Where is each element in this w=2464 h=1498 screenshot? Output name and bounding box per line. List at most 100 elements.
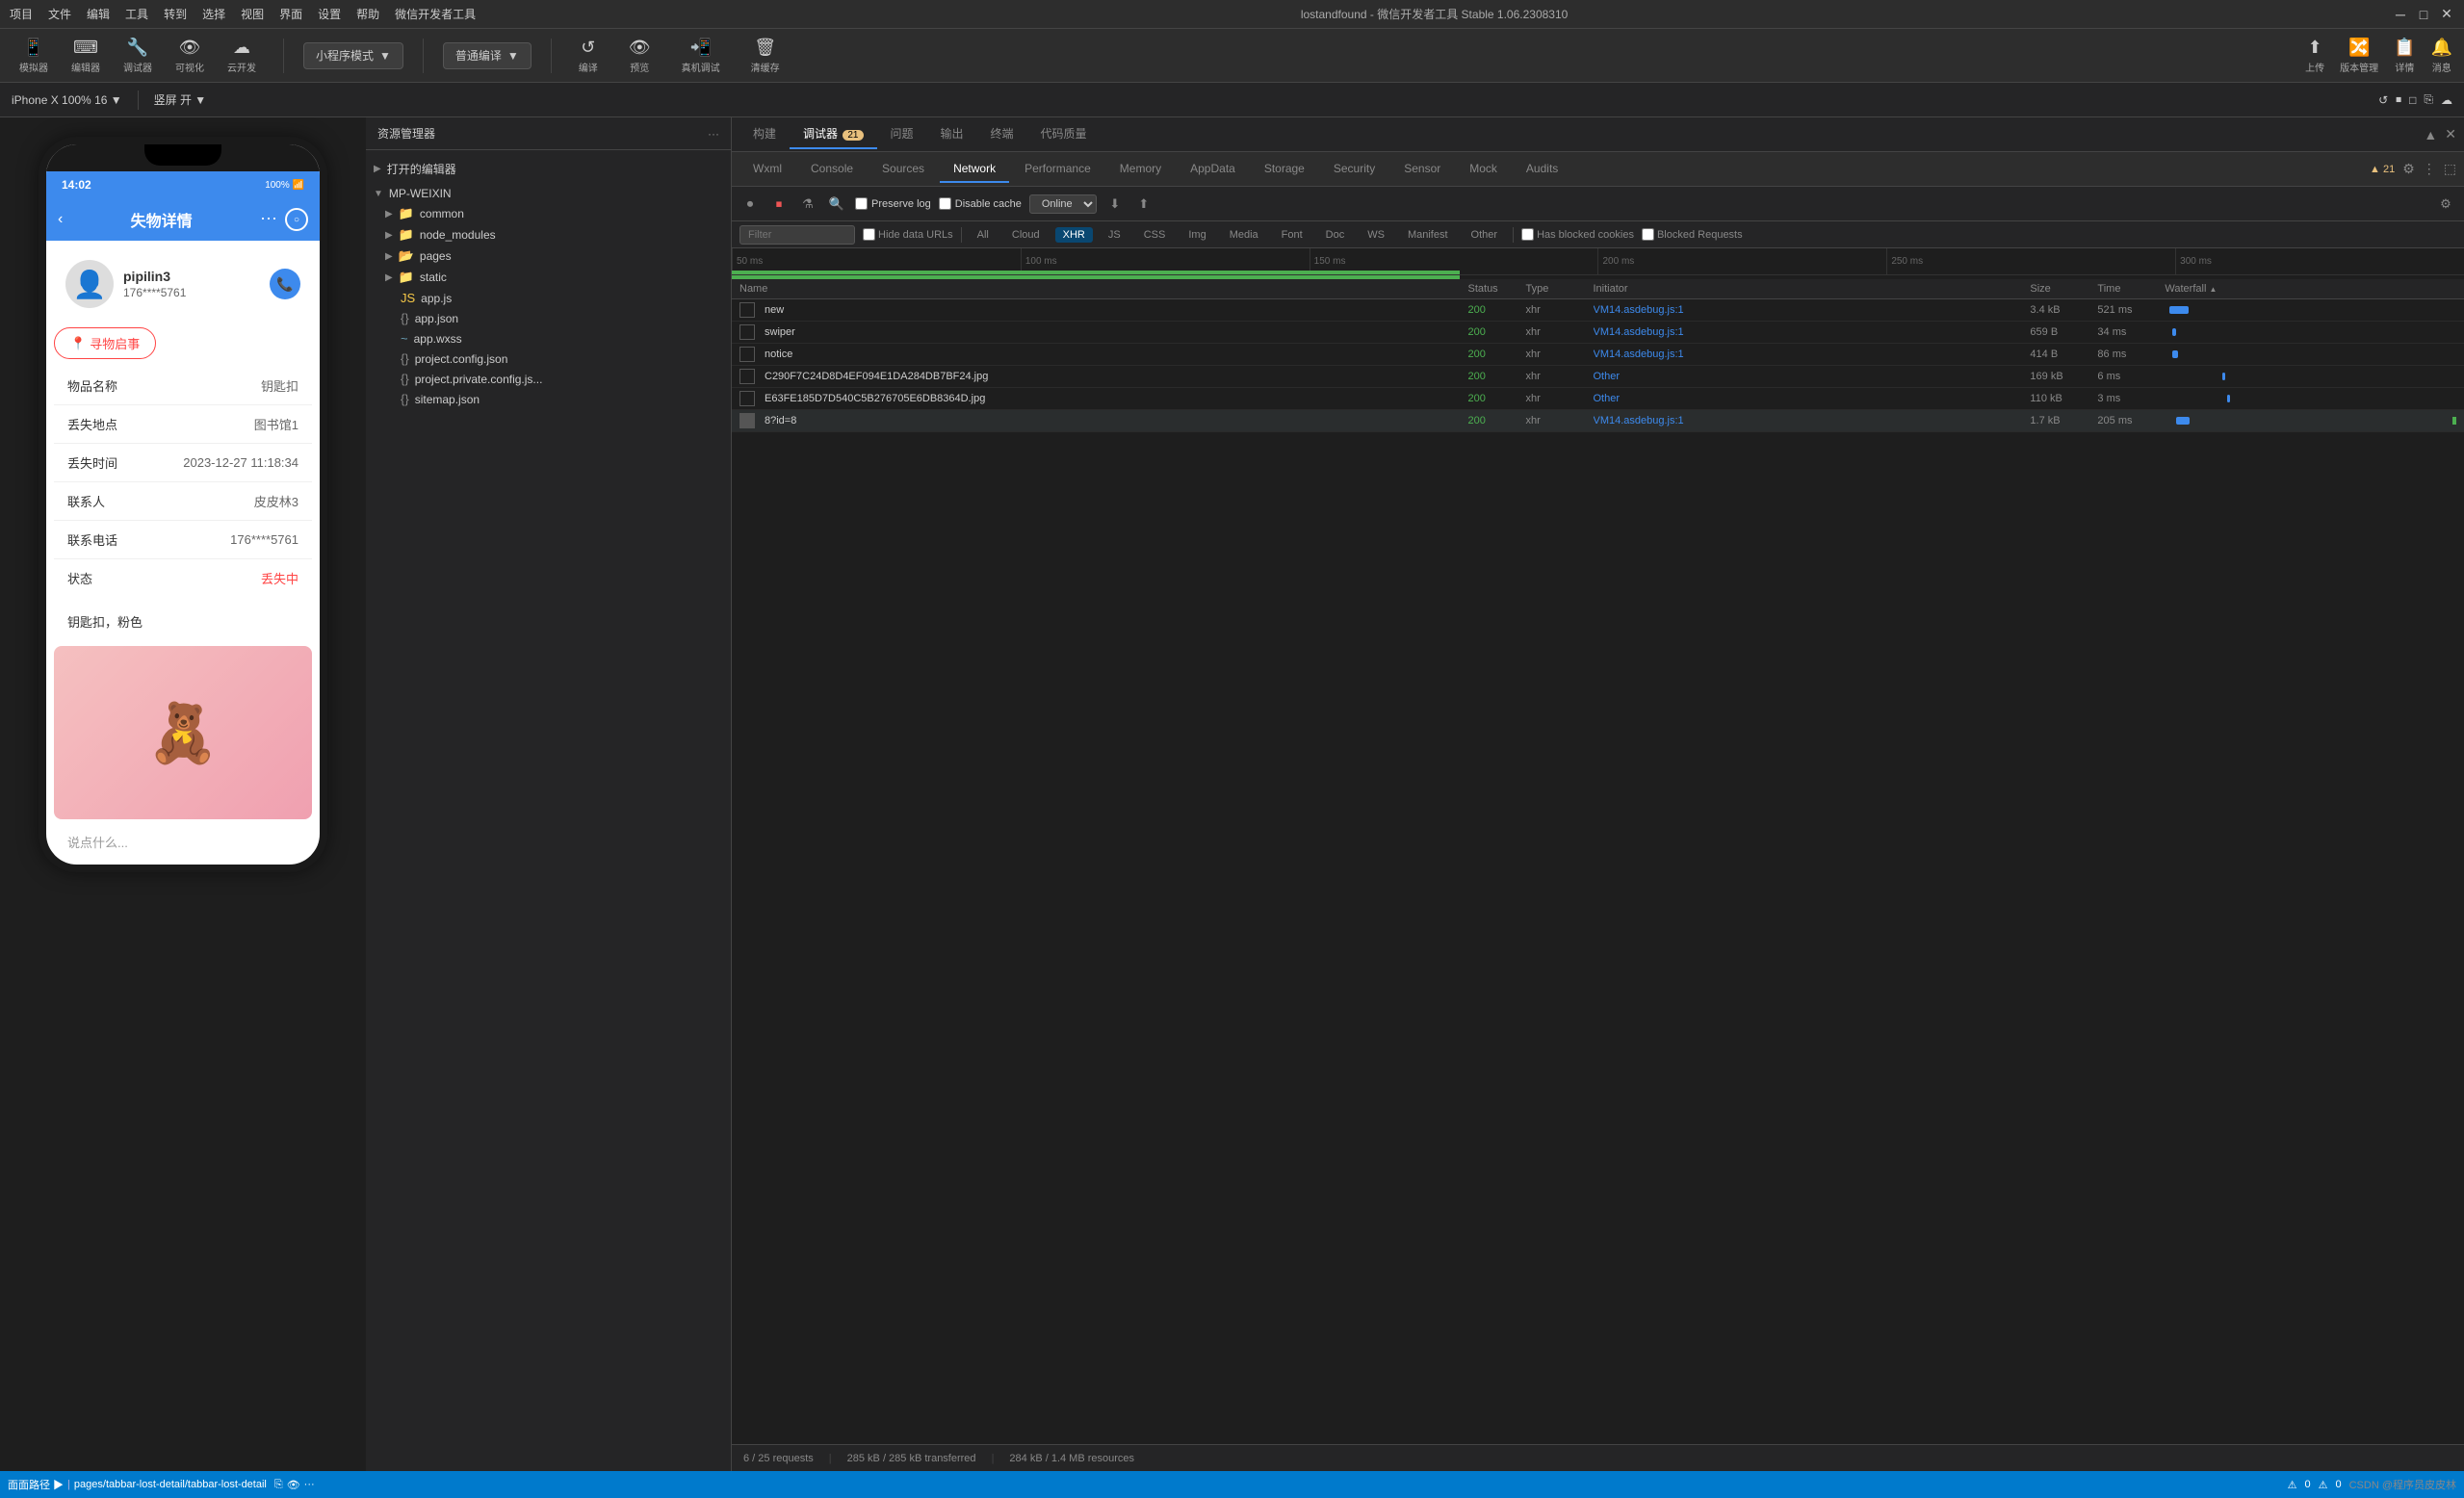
tree-item-pages[interactable]: ▶ 📂 pages [366,245,731,267]
tree-item-project-private[interactable]: {} project.private.config.js... [366,369,731,389]
panel-tab-performance[interactable]: Performance [1011,156,1104,183]
filter-input[interactable] [739,225,855,245]
menu-interface[interactable]: 界面 [279,6,302,22]
tree-item-project-config[interactable]: {} project.config.json [366,349,731,369]
tree-item-app-wxss[interactable]: ~ app.wxss [366,328,731,349]
panel-tab-audits[interactable]: Audits [1513,156,1571,183]
col-initiator[interactable]: Initiator [1594,283,2031,295]
col-size[interactable]: Size [2030,283,2097,295]
menu-view[interactable]: 视图 [241,6,264,22]
tab-quality[interactable]: 代码质量 [1027,119,1101,149]
tab-issues[interactable]: 问题 [877,119,927,149]
panel-more-btn[interactable]: ⋮ [2423,161,2436,177]
tab-output[interactable]: 输出 [927,119,977,149]
net-settings-btn[interactable]: ⚙ [2435,194,2456,215]
menu-help[interactable]: 帮助 [356,6,379,22]
filter-other[interactable]: Other [1464,227,1506,243]
path-eye-icon[interactable]: 👁 [287,1479,300,1491]
row-0-initiator[interactable]: VM14.asdebug.js:1 [1594,304,2031,316]
preview-btn[interactable]: 👁 预览 [621,34,659,78]
panel-tab-sensor[interactable]: Sensor [1390,156,1454,183]
close-btn[interactable]: ✕ [2439,7,2454,22]
panel-tab-storage[interactable]: Storage [1251,156,1318,183]
col-status[interactable]: Status [1468,283,1526,295]
menu-edit[interactable]: 编辑 [87,6,110,22]
menu-goto[interactable]: 转到 [164,6,187,22]
maximize-btn[interactable]: □ [2416,7,2431,22]
refresh-btn[interactable]: ↺ [2378,92,2388,107]
blocked-requests-checkbox[interactable]: Blocked Requests [1642,228,1743,241]
tree-item-app-json[interactable]: {} app.json [366,308,731,328]
col-time[interactable]: Time [2097,283,2165,295]
row-1-checkbox[interactable] [739,324,755,340]
net-search-btn[interactable]: 🔍 [826,194,847,215]
menu-wechat[interactable]: 微信开发者工具 [395,6,476,22]
row-1-initiator[interactable]: VM14.asdebug.js:1 [1594,326,2031,338]
filter-manifest[interactable]: Manifest [1400,227,1456,243]
tree-item-common[interactable]: ▶ 📁 common [366,203,731,224]
menu-settings[interactable]: 设置 [318,6,341,22]
tree-item-sitemap[interactable]: {} sitemap.json [366,389,731,409]
editor-btn[interactable]: ⌨ 编辑器 [64,34,108,78]
panel-tab-wxml[interactable]: Wxml [739,156,795,183]
path-copy-icon[interactable]: ⎘ [274,1479,283,1491]
net-stop-btn[interactable]: ⏹ [768,194,790,215]
version-btn[interactable]: 🔀 版本管理 [2340,38,2378,74]
stop-btn[interactable]: ⏹ [2396,92,2401,107]
disable-cache-checkbox[interactable]: Disable cache [939,197,1022,210]
search-lost-btn[interactable]: 📍 寻物启事 [54,327,156,359]
copy-btn[interactable]: ⎘ [2424,92,2433,107]
tab-build[interactable]: 构建 [739,119,790,149]
table-row[interactable]: E63FE185D7D540C5B276705E6DB8364D.jpg 200… [732,388,2464,410]
real-debug-btn[interactable]: 📲 真机调试 [674,34,728,78]
filter-all[interactable]: All [970,227,997,243]
nav-more-btn[interactable]: ··· [260,208,277,231]
row-4-checkbox[interactable] [739,391,755,406]
row-2-initiator[interactable]: VM14.asdebug.js:1 [1594,349,2031,360]
tree-item-static[interactable]: ▶ 📁 static [366,267,731,288]
tab-terminal[interactable]: 终端 [977,119,1027,149]
nav-circle-btn[interactable]: ○ [285,208,308,231]
net-export-btn[interactable]: ⬆ [1133,194,1154,215]
net-filter-icon[interactable]: ⚗ [797,194,818,215]
tree-item-app-js[interactable]: JS app.js [366,288,731,308]
collapse-btn[interactable]: ▲ [2424,127,2437,142]
compile-dropdown[interactable]: 普通编译 ▼ [443,42,532,69]
debugger-btn[interactable]: 🔧 调试器 [116,34,160,78]
table-row[interactable]: notice 200 xhr VM14.asdebug.js:1 414 B 8… [732,344,2464,366]
filter-js[interactable]: JS [1101,227,1128,243]
panel-tab-mock[interactable]: Mock [1456,156,1511,183]
minimize-btn[interactable]: ─ [2393,7,2408,22]
table-row[interactable]: swiper 200 xhr VM14.asdebug.js:1 659 B 3… [732,322,2464,344]
blocked-cookies-checkbox[interactable]: Has blocked cookies [1521,228,1634,241]
filter-doc[interactable]: Doc [1318,227,1353,243]
row-0-checkbox[interactable] [739,302,755,318]
panel-tab-network[interactable]: Network [940,156,1009,183]
row-3-checkbox[interactable] [739,369,755,384]
panel-tab-appdata[interactable]: AppData [1177,156,1249,183]
preserve-log-checkbox[interactable]: Preserve log [855,197,931,210]
net-record-btn[interactable]: ⏺ [739,194,761,215]
panel-tab-sources[interactable]: Sources [869,156,938,183]
clear-cache-btn[interactable]: 🗑 清缓存 [743,34,788,78]
menu-project[interactable]: 项目 [10,6,33,22]
cloud2-btn[interactable]: ☁ [2441,92,2452,107]
panel-tab-console[interactable]: Console [797,156,867,183]
table-row[interactable]: C290F7C24D8D4EF094E1DA284DB7BF24.jpg 200… [732,366,2464,388]
menu-tools[interactable]: 工具 [125,6,148,22]
call-btn[interactable]: 📞 [270,269,300,299]
col-name[interactable]: Name [739,283,1468,295]
tree-item-node-modules[interactable]: ▶ 📁 node_modules [366,224,731,245]
compile-btn[interactable]: ↺ 编译 [571,34,606,78]
detail-btn[interactable]: 📋 详情 [2394,38,2415,74]
panel-settings-btn[interactable]: ⚙ [2402,161,2415,177]
cloud-btn[interactable]: ☁ 云开发 [220,34,264,78]
mode-dropdown[interactable]: 小程序模式 ▼ [303,42,403,69]
row-5-initiator[interactable]: VM14.asdebug.js:1 [1594,415,2031,426]
col-waterfall[interactable]: Waterfall ▲ [2165,283,2456,295]
filter-css[interactable]: CSS [1136,227,1174,243]
net-import-btn[interactable]: ⬇ [1104,194,1126,215]
simulator-btn[interactable]: 📱 模拟器 [12,34,56,78]
filter-font[interactable]: Font [1274,227,1310,243]
filter-ws[interactable]: WS [1360,227,1392,243]
